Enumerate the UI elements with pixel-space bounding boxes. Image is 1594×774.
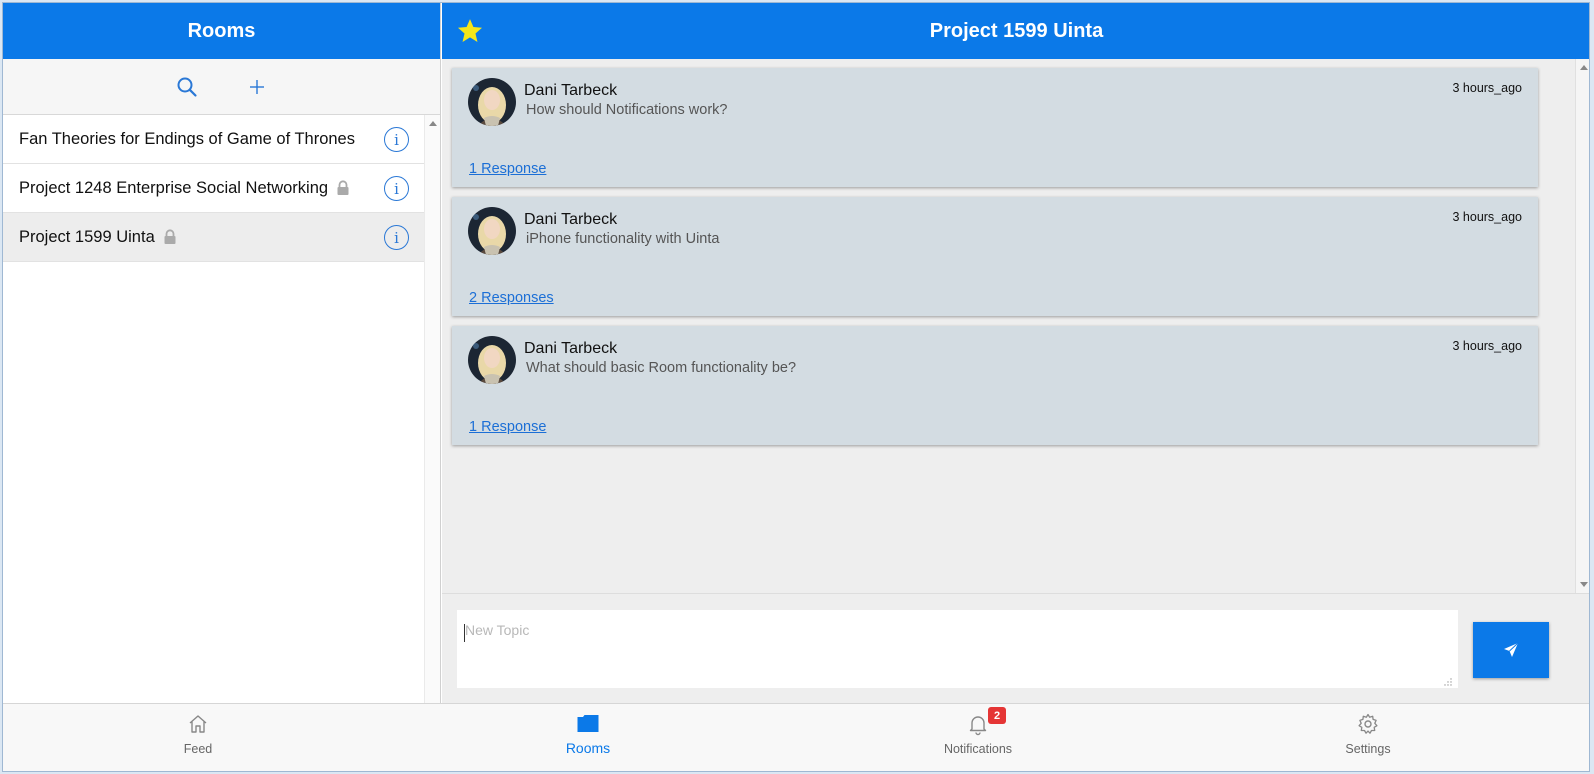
rooms-header: Rooms — [3, 3, 440, 59]
lock-icon — [336, 180, 350, 196]
rooms-scrollbar[interactable] — [424, 115, 440, 715]
topic-author: Dani Tarbeck — [524, 340, 618, 357]
room-item[interactable]: Fan Theories for Endings of Game of Thro… — [3, 115, 425, 164]
topic-responses-link[interactable]: 1 Response — [469, 161, 546, 177]
room-item-selected[interactable]: Project 1599 Uinta i — [3, 213, 425, 262]
nav-feed[interactable]: Feed — [118, 704, 278, 760]
topic-timestamp: 3 hours_ago — [1452, 339, 1522, 353]
nav-settings[interactable]: Settings — [1288, 704, 1448, 760]
send-icon — [1504, 642, 1519, 657]
nav-label: Settings — [1345, 742, 1391, 756]
topic-text: iPhone functionality with Uinta — [526, 231, 720, 247]
avatar — [468, 336, 516, 384]
room-title: Project 1599 Uinta — [929, 19, 1104, 42]
new-topic-input[interactable] — [457, 610, 1458, 688]
topic-timestamp: 3 hours_ago — [1452, 81, 1522, 95]
room-name: Project 1248 Enterprise Social Networkin… — [19, 178, 329, 197]
search-icon — [177, 77, 197, 97]
topic-list: Dani Tarbeck How should Notifications wo… — [442, 59, 1589, 593]
bell-icon-wrap: 2 — [966, 707, 1006, 736]
topic-card[interactable]: Dani Tarbeck What should basic Room func… — [452, 326, 1538, 445]
favorite-button[interactable] — [456, 17, 484, 45]
room-list: Fan Theories for Endings of Game of Thro… — [3, 115, 425, 715]
topic-author: Dani Tarbeck — [524, 211, 618, 228]
topics-scrollbar[interactable] — [1575, 59, 1589, 593]
nav-rooms[interactable]: Rooms — [508, 704, 668, 760]
lock-icon — [163, 229, 177, 245]
topic-responses-link[interactable]: 1 Response — [469, 419, 546, 435]
resize-grip-icon[interactable] — [1444, 678, 1452, 686]
room-name: Fan Theories for Endings of Game of Thro… — [19, 129, 355, 148]
topic-card[interactable]: Dani Tarbeck How should Notifications wo… — [452, 68, 1538, 187]
add-room-button[interactable] — [245, 75, 269, 99]
room-info-button[interactable]: i — [384, 176, 409, 201]
topic-responses-link[interactable]: 2 Responses — [469, 290, 554, 306]
bell-icon — [969, 716, 987, 736]
topic-text: How should Notifications work? — [526, 102, 728, 118]
rooms-icon — [577, 715, 599, 732]
notification-badge: 2 — [988, 707, 1006, 724]
nav-label: Feed — [183, 742, 213, 756]
room-item[interactable]: Project 1248 Enterprise Social Networkin… — [3, 164, 425, 213]
gear-icon — [1358, 713, 1378, 734]
room-header: Project 1599 Uinta — [442, 3, 1589, 59]
plus-icon — [249, 79, 264, 94]
nav-label: Rooms — [565, 740, 611, 756]
topic-card[interactable]: Dani Tarbeck iPhone functionality with U… — [452, 197, 1538, 316]
avatar — [468, 207, 516, 255]
room-info-button[interactable]: i — [384, 225, 409, 250]
topic-composer — [442, 593, 1589, 715]
nav-notifications[interactable]: 2 Notifications — [898, 704, 1058, 760]
bottom-nav: Feed Rooms 2 Notifications Settings — [3, 703, 1589, 771]
rooms-pane: Rooms Fan Theories for Endings of Game o… — [3, 3, 441, 715]
avatar — [468, 78, 516, 126]
topic-timestamp: 3 hours_ago — [1452, 210, 1522, 224]
scroll-up-arrow-icon[interactable] — [1580, 65, 1588, 70]
info-icon: i — [394, 130, 399, 149]
room-info-button[interactable]: i — [384, 127, 409, 152]
rooms-toolbar — [3, 59, 440, 115]
send-button[interactable] — [1473, 622, 1549, 678]
nav-label: Notifications — [943, 742, 1013, 756]
topic-text: What should basic Room functionality be? — [526, 360, 797, 376]
scroll-down-arrow-icon[interactable] — [1580, 582, 1588, 587]
scroll-up-arrow-icon[interactable] — [429, 121, 437, 126]
info-icon: i — [394, 179, 399, 198]
text-cursor — [464, 624, 465, 642]
room-detail-pane: Project 1599 Uinta Dani Tarbeck How shou… — [442, 3, 1589, 715]
room-name: Project 1599 Uinta — [19, 227, 155, 246]
star-icon — [457, 19, 483, 42]
rooms-title: Rooms — [187, 19, 256, 42]
app-window: Rooms Fan Theories for Endings of Game o… — [2, 2, 1590, 772]
topic-author: Dani Tarbeck — [524, 82, 618, 99]
info-icon: i — [394, 228, 399, 247]
search-button[interactable] — [175, 75, 199, 99]
home-icon — [189, 715, 207, 733]
